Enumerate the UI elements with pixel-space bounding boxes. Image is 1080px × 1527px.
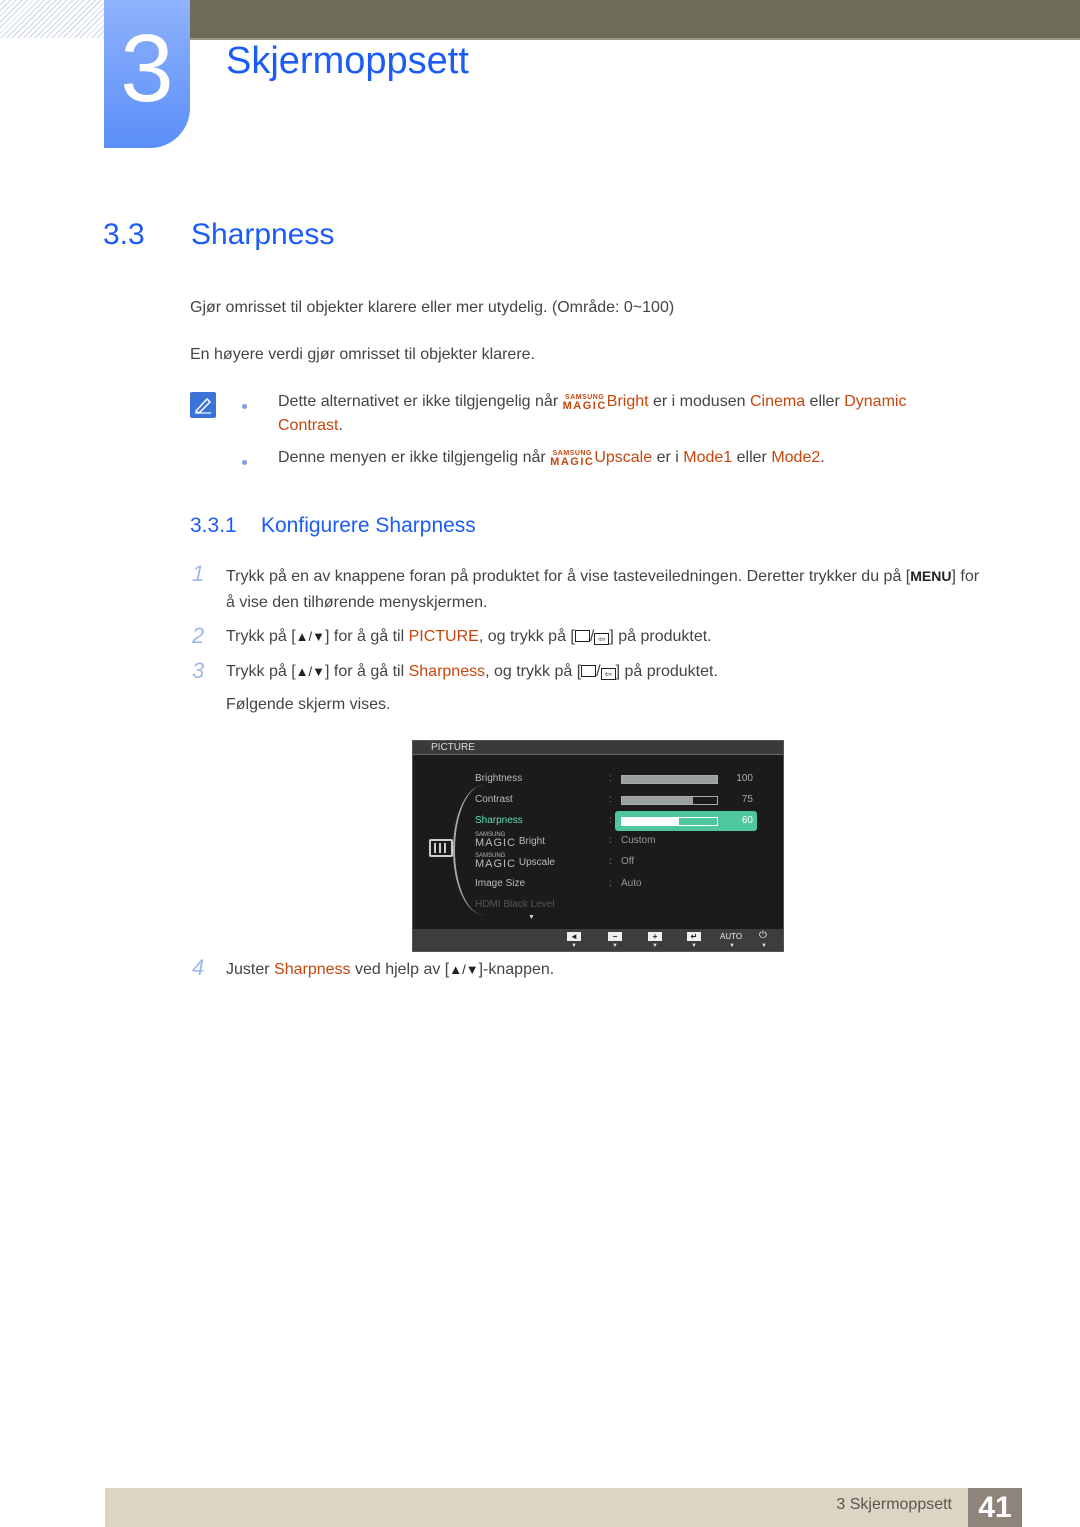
bullet-dot — [242, 404, 247, 409]
down-pointer-icon: ▼ — [652, 943, 658, 949]
minus-button-icon: − — [608, 932, 622, 941]
auto-button-label: AUTO — [720, 932, 743, 941]
header-bar — [190, 0, 1080, 40]
menu-key: MENU — [910, 568, 952, 584]
chapter-title: Skjermoppsett — [226, 40, 469, 82]
samsung-magic-logo: SAMSUNG MAGIC — [550, 450, 595, 468]
step-number: 1 — [192, 561, 205, 586]
decorative-hatch — [0, 0, 104, 38]
down-pointer-icon: ▼ — [761, 943, 767, 949]
picture-menu-icon — [429, 839, 453, 857]
footer-chapter-label: 3 Skjermoppsett — [836, 1496, 952, 1513]
step-number: 4 — [192, 955, 205, 980]
note-pencil-icon — [190, 392, 216, 418]
chapter-badge: 3 — [104, 0, 190, 148]
osd-row-brightness: Brightness: 100 — [475, 773, 753, 784]
step-text: Juster Sharpness ved hjelp av [▲/▼]-knap… — [226, 961, 555, 978]
osd-header: PICTURE — [413, 741, 783, 755]
osd-row-contrast: Contrast: 75 — [475, 794, 753, 805]
note-item: Dette alternativet er ikke tilgjengelig … — [278, 393, 907, 434]
osd-button-guide: ◄ ▼ − ▼ + ▼ ↵ ▼ AUTO ▼ ⏻ ▼ — [413, 929, 783, 951]
down-pointer-icon: ▼ — [612, 943, 618, 949]
bullet-dot — [242, 460, 247, 465]
contrast-bar — [621, 796, 718, 805]
sharpness-bar — [621, 817, 718, 826]
step-text: Trykk på [▲/▼] for å gå til PICTURE, og … — [226, 628, 712, 645]
source-icon — [581, 665, 597, 677]
section-title: Sharpness — [191, 218, 335, 251]
samsung-magic-logo: SAMSUNG MAGIC — [562, 394, 607, 412]
page-number: 41 — [968, 1488, 1022, 1527]
step-text: Trykk på [▲/▼] for å gå til Sharpness, o… — [226, 663, 718, 680]
up-down-arrows-icon: ▲/▼ — [295, 664, 325, 679]
down-pointer-icon: ▼ — [571, 943, 577, 949]
samsung-magic-logo: SAMSUNG MAGIC — [475, 853, 517, 870]
section-number: 3.3 — [103, 218, 145, 251]
osd-row-image-size: Image Size: Auto — [475, 878, 642, 889]
scroll-down-indicator-icon: ▼ — [528, 914, 535, 921]
brightness-bar-fill — [622, 776, 717, 783]
step-followup: Følgende skjerm vises. — [226, 696, 391, 713]
note-item: Denne menyen er ikke tilgjengelig når SA… — [278, 449, 825, 468]
down-pointer-icon: ▼ — [729, 943, 735, 949]
subsection-number: 3.3.1 — [190, 514, 237, 537]
subsection-title: Konfigurere Sharpness — [261, 514, 476, 537]
intro-paragraph: Gjør omrisset til objekter klarere eller… — [190, 299, 675, 316]
plus-button-icon: + — [648, 932, 662, 941]
samsung-magic-logo: SAMSUNG MAGIC — [475, 832, 517, 849]
step-number: 2 — [192, 623, 205, 648]
step-text: Trykk på en av knappene foran på produkt… — [226, 568, 980, 611]
power-icon: ⏻ — [759, 930, 767, 941]
osd-row-magic-bright: SAMSUNG MAGIC Bright : Custom — [475, 832, 656, 849]
brightness-bar — [621, 775, 718, 784]
sharpness-bar-fill — [622, 818, 679, 825]
contrast-bar-fill — [622, 797, 694, 804]
intro-paragraph: En høyere verdi gjør omrisset til objekt… — [190, 346, 535, 363]
source-icon — [574, 630, 590, 642]
osd-picture-menu: PICTURE Brightness: 100 Contrast: 75 Sha… — [412, 740, 784, 952]
down-pointer-icon: ▼ — [691, 943, 697, 949]
osd-row-magic-upscale: SAMSUNG MAGIC Upscale : Off — [475, 853, 635, 870]
enter-button-icon: ↵ — [687, 932, 701, 941]
enter-icon: ⇦ — [594, 633, 610, 645]
up-down-arrows-icon: ▲/▼ — [295, 629, 325, 644]
left-button-icon: ◄ — [567, 932, 581, 941]
step-number: 3 — [192, 658, 205, 683]
osd-row-hdmi-black-level: HDMI Black Level — [475, 899, 555, 910]
chapter-number: 3 — [120, 15, 174, 122]
up-down-arrows-icon: ▲/▼ — [449, 962, 479, 977]
enter-icon: ⇦ — [600, 668, 616, 680]
osd-row-sharpness: Sharpness: 60 — [475, 815, 753, 826]
